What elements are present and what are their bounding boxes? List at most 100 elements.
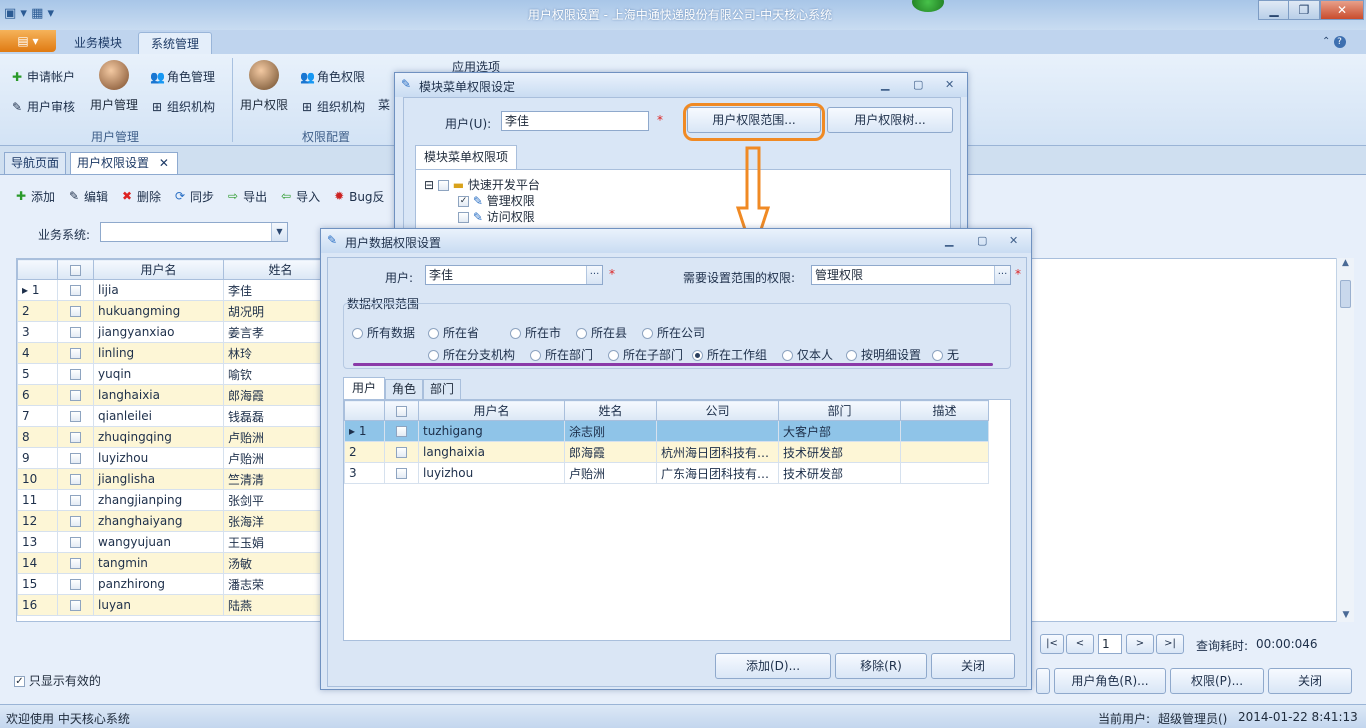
tab-roles[interactable]: 角色	[385, 379, 424, 399]
system-combo[interactable]: ▼	[100, 222, 288, 242]
row-checkbox[interactable]	[57, 405, 94, 427]
only-valid-checkbox[interactable]: ✓ 只显示有效的	[14, 672, 101, 689]
scope-radio-row1-0[interactable]: 所有数据	[352, 324, 415, 341]
table-row[interactable]: 8 zhuqingqing 卢贻洲	[17, 426, 321, 448]
table-row[interactable]: 10 jianglisha 竺清清	[17, 468, 321, 490]
row-checkbox[interactable]	[57, 552, 94, 574]
row-checkbox[interactable]	[57, 468, 94, 490]
user-manage-button[interactable]: 用户管理	[88, 60, 140, 113]
scroll-up-icon[interactable]: ▲	[1337, 258, 1354, 276]
prev-page-button[interactable]: <	[1066, 634, 1094, 654]
export-button[interactable]: ⇨ 导出	[226, 188, 267, 205]
scope-radio-row1-3[interactable]: 所在县	[576, 324, 627, 341]
table-row[interactable]: 9 luyizhou 卢贻洲	[17, 447, 321, 469]
tree-root[interactable]: ⊟ ▬ 快速开发平台	[424, 176, 540, 193]
row-checkbox[interactable]	[384, 420, 419, 442]
select-all-checkbox[interactable]	[384, 400, 419, 421]
table-row[interactable]: 15 panzhirong 潘志荣	[17, 573, 321, 595]
row-checkbox[interactable]	[57, 447, 94, 469]
doc-tab-user-perm[interactable]: 用户权限设置 ✕	[70, 152, 178, 174]
tab-departments[interactable]: 部门	[423, 379, 462, 399]
dialog-maximize-icon[interactable]: ▢	[913, 78, 923, 91]
dialog-minimize-icon[interactable]: ▁	[945, 234, 953, 247]
doc-tab-navigation[interactable]: 导航页面	[4, 152, 67, 174]
dialog-close-icon[interactable]: ✕	[1009, 234, 1018, 247]
perm-scope-input[interactable]: 管理权限 ···	[811, 265, 1011, 285]
last-page-button[interactable]: >|	[1156, 634, 1184, 654]
scope-radio-row2-6[interactable]: 无	[932, 346, 959, 363]
table-row[interactable]: 2 hukuangming 胡况明	[17, 300, 321, 322]
scope-radio-row2-3[interactable]: 所在工作组	[692, 346, 767, 363]
table-row[interactable]: 5 yuqin 喻钦	[17, 363, 321, 385]
perm-button[interactable]: 权限(P)...	[1170, 668, 1264, 694]
row-checkbox[interactable]	[57, 594, 94, 616]
row-checkbox[interactable]	[384, 462, 419, 484]
hidden-button[interactable]	[1036, 668, 1050, 694]
row-checkbox[interactable]	[57, 426, 94, 448]
collapse-ribbon-icon[interactable]: ⌃ ?	[1322, 36, 1346, 48]
tab-system-management[interactable]: 系统管理	[138, 32, 213, 54]
edit-button[interactable]: ✎ 编辑	[67, 188, 108, 205]
main-close-button[interactable]: 关闭	[1268, 668, 1352, 694]
tree-item-manage[interactable]: ✓ ✎ 管理权限	[458, 192, 535, 209]
bug-report-button[interactable]: ✹ Bug反	[332, 188, 385, 205]
table-row[interactable]: 11 zhangjianping 张剑平	[17, 489, 321, 511]
user-perm-tree-button[interactable]: 用户权限树...	[827, 107, 953, 133]
sync-button[interactable]: ⟳ 同步	[173, 188, 214, 205]
col-username[interactable]: 用户名	[418, 400, 565, 421]
table-row[interactable]: ▸ 1 lijia 李佳	[17, 279, 321, 301]
col-department[interactable]: 部门	[778, 400, 901, 421]
user-role-button[interactable]: 用户角色(R)...	[1054, 668, 1166, 694]
row-checkbox[interactable]	[57, 573, 94, 595]
scope-radio-row1-1[interactable]: 所在省	[428, 324, 479, 341]
close-window-button[interactable]: ✕	[1320, 0, 1364, 20]
scope-radio-row2-2[interactable]: 所在子部门	[608, 346, 683, 363]
role-manage-button[interactable]: 👥 角色管理	[150, 68, 215, 85]
table-row[interactable]: ▸ 1 tuzhigang 涂志刚 大客户部	[344, 420, 989, 442]
table-row[interactable]: 6 langhaixia 郎海霞	[17, 384, 321, 406]
scope-radio-row2-1[interactable]: 所在部门	[530, 346, 593, 363]
scope-radio-row1-4[interactable]: 所在公司	[642, 324, 705, 341]
first-page-button[interactable]: |<	[1040, 634, 1064, 654]
remove-button[interactable]: 移除(R)	[835, 653, 927, 679]
scope-radio-row2-5[interactable]: 按明细设置	[846, 346, 921, 363]
apply-account-button[interactable]: ✚ 申请帐户	[10, 68, 75, 85]
org-button[interactable]: ⊞ 组织机构	[150, 98, 215, 115]
tab-users[interactable]: 用户	[343, 377, 386, 399]
table-row[interactable]: 4 linling 林玲	[17, 342, 321, 364]
scroll-thumb[interactable]	[1340, 280, 1351, 308]
user-perm-button[interactable]: 用户权限	[238, 60, 290, 113]
table-row[interactable]: 3 luyizhou 卢贻洲 广东海日团科技有… 技术研发部	[344, 462, 989, 484]
delete-button[interactable]: ✖ 删除	[120, 188, 161, 205]
table-row[interactable]: 14 tangmin 汤敏	[17, 552, 321, 574]
user-audit-button[interactable]: ✎ 用户审核	[10, 98, 75, 115]
dialog-close-button[interactable]: 关闭	[931, 653, 1015, 679]
scope-radio-row2-0[interactable]: 所在分支机构	[428, 346, 515, 363]
col-name[interactable]: 姓名	[564, 400, 657, 421]
table-row[interactable]: 12 zhanghaiyang 张海洋	[17, 510, 321, 532]
table-row[interactable]: 3 jiangyanxiao 姜言孝	[17, 321, 321, 343]
org-perm-button[interactable]: ⊞ 组织机构	[300, 98, 365, 115]
data-user-input[interactable]: 李佳 ···	[425, 265, 603, 285]
select-all-checkbox[interactable]	[57, 259, 94, 280]
role-perm-button[interactable]: 👥 角色权限	[300, 68, 365, 85]
app-menu-button[interactable]: ▤ ▾	[0, 30, 56, 52]
tab-business-module[interactable]: 业务模块	[62, 32, 134, 54]
maximize-button[interactable]: ❐	[1288, 0, 1320, 20]
row-checkbox[interactable]	[57, 342, 94, 364]
row-checkbox[interactable]	[57, 300, 94, 322]
menu-button[interactable]: 菜	[378, 96, 390, 113]
row-checkbox[interactable]	[57, 531, 94, 553]
row-checkbox[interactable]	[57, 363, 94, 385]
minimize-button[interactable]: ▁	[1258, 0, 1290, 20]
col-description[interactable]: 描述	[900, 400, 989, 421]
scroll-down-icon[interactable]: ▼	[1337, 610, 1355, 620]
row-checkbox[interactable]	[57, 321, 94, 343]
col-name[interactable]: 姓名	[223, 259, 321, 280]
row-checkbox[interactable]	[57, 489, 94, 511]
module-perm-tab[interactable]: 模块菜单权限项	[415, 145, 518, 169]
add-button[interactable]: ✚ 添加	[14, 188, 55, 205]
tree-item-access[interactable]: ✎ 访问权限	[458, 208, 535, 225]
scope-radio-row1-2[interactable]: 所在市	[510, 324, 561, 341]
vertical-scrollbar[interactable]: ▲ ▼	[1336, 258, 1354, 622]
